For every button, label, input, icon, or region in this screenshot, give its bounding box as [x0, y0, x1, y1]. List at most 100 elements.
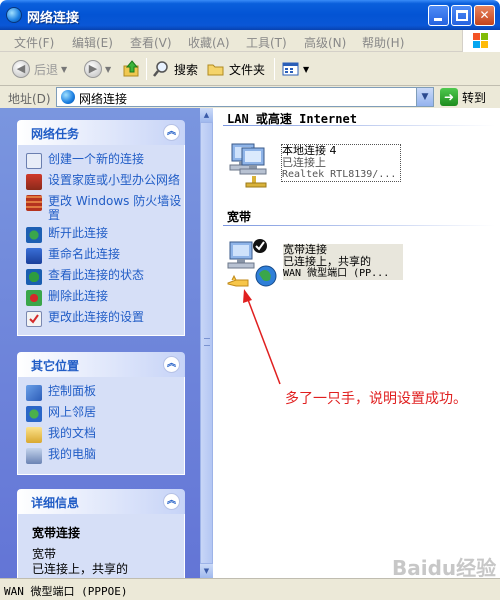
- network-connections-icon: [6, 7, 22, 23]
- menu-favorites[interactable]: 收藏(A): [188, 34, 230, 51]
- views-button[interactable]: ▼: [282, 57, 309, 81]
- place-label: 控制面板: [48, 384, 97, 398]
- menu-tools[interactable]: 工具(T): [246, 34, 287, 51]
- folders-button[interactable]: 文件夹: [207, 57, 265, 81]
- settings-icon: [26, 311, 42, 327]
- task-label: 查看此连接的状态: [48, 268, 145, 282]
- details-type: 宽带: [32, 547, 57, 561]
- other-places-body: 控制面板 网上邻居 我的文档 我的电脑: [17, 377, 185, 475]
- back-arrow-icon: ◀: [12, 60, 30, 78]
- place-label: 网上邻居: [48, 405, 97, 419]
- place-my-computer[interactable]: 我的电脑: [26, 447, 184, 464]
- network-tasks-panel: 网络任务 ︽ 创建一个新的连接 设置家庭或小型办公网络 更改 Windows 防…: [17, 120, 185, 336]
- menu-advanced[interactable]: 高级(N): [304, 34, 346, 51]
- menu-bar: 文件(F) 编辑(E) 查看(V) 收藏(A) 工具(T) 高级(N) 帮助(H…: [0, 30, 500, 52]
- views-icon: [282, 62, 299, 76]
- collapse-icon[interactable]: ︽: [163, 356, 180, 373]
- broadband-connection-details: 宽带连接 已连接上，共享的 WAN 微型端口 (PP...: [283, 244, 403, 280]
- task-delete[interactable]: 删除此连接: [26, 289, 184, 306]
- collapse-icon[interactable]: ︽: [163, 493, 180, 510]
- disconnect-icon: [26, 227, 42, 243]
- baidu-watermark: Baidu经验: [392, 556, 497, 580]
- scroll-thumb[interactable]: [200, 122, 213, 564]
- menu-view[interactable]: 查看(V): [130, 34, 172, 51]
- search-button[interactable]: 搜索: [152, 57, 198, 81]
- task-view-status[interactable]: 查看此连接的状态: [26, 268, 184, 285]
- my-documents-icon: [26, 427, 42, 443]
- details-status: 已连接上，共享的: [32, 562, 129, 576]
- close-icon: ✕: [479, 8, 490, 22]
- status-text: WAN 微型端口 (PPPOE): [4, 585, 128, 598]
- go-button[interactable]: ➜ 转到: [440, 88, 486, 106]
- other-places-header[interactable]: 其它位置 ︽: [17, 352, 185, 377]
- network-tasks-title: 网络任务: [31, 127, 80, 141]
- task-change-firewall[interactable]: 更改 Windows 防火墙设置: [26, 194, 184, 222]
- folders-icon: [207, 64, 224, 76]
- details-name: 宽带连接: [32, 526, 81, 540]
- windows-logo: [462, 30, 500, 52]
- maximize-button[interactable]: [451, 5, 472, 26]
- task-disconnect[interactable]: 断开此连接: [26, 226, 184, 243]
- back-button[interactable]: ◀ 后退 ▼: [12, 57, 67, 81]
- task-change-settings[interactable]: 更改此连接的设置: [26, 310, 184, 327]
- network-tasks-body: 创建一个新的连接 设置家庭或小型办公网络 更改 Windows 防火墙设置 断开…: [17, 145, 185, 336]
- place-label: 我的电脑: [48, 447, 97, 461]
- network-tasks-header[interactable]: 网络任务 ︽: [17, 120, 185, 145]
- broadband-connection-icon: [227, 239, 277, 287]
- place-control-panel[interactable]: 控制面板: [26, 384, 184, 401]
- scroll-up-icon[interactable]: ▲: [200, 108, 213, 122]
- my-computer-icon: [26, 448, 42, 464]
- new-connection-icon: [26, 153, 42, 169]
- menu-file[interactable]: 文件(F): [14, 34, 54, 51]
- details-header[interactable]: 详细信息 ︽: [17, 489, 185, 514]
- task-label: 更改此连接的设置: [48, 310, 145, 324]
- details-panel: 详细信息 ︽ 宽带连接 宽带 已连接上，共享的: [17, 489, 185, 578]
- network-connections-icon: [61, 90, 75, 104]
- place-my-documents[interactable]: 我的文档: [26, 426, 184, 443]
- go-label: 转到: [462, 90, 487, 105]
- status-bar: WAN 微型端口 (PPPOE): [0, 578, 500, 600]
- status-icon: [26, 269, 42, 285]
- back-dropdown-icon[interactable]: ▼: [61, 65, 67, 74]
- group-divider: [223, 125, 495, 126]
- vertical-scrollbar[interactable]: ▲ ▼: [200, 108, 213, 578]
- back-label: 后退: [34, 62, 59, 77]
- scroll-down-icon[interactable]: ▼: [200, 564, 213, 578]
- control-panel-icon: [26, 385, 42, 401]
- task-label: 重命名此连接: [48, 247, 121, 261]
- address-bar: 地址(D) 网络连接 ▼ ➜ 转到: [0, 86, 500, 108]
- forward-button[interactable]: ▶ ▼: [84, 57, 111, 81]
- menu-help[interactable]: 帮助(H): [362, 34, 404, 51]
- title-bar[interactable]: 网络连接 ✕: [0, 0, 500, 30]
- task-setup-home-network[interactable]: 设置家庭或小型办公网络: [26, 173, 184, 190]
- broadband-connection-status: 已连接上，共享的: [283, 255, 371, 268]
- task-pane: 网络任务 ︽ 创建一个新的连接 设置家庭或小型办公网络 更改 Windows 防…: [0, 108, 200, 578]
- up-folder-button[interactable]: [122, 57, 142, 81]
- up-folder-icon: [123, 60, 139, 77]
- group-title-broadband: 宽带: [227, 210, 252, 224]
- folders-label: 文件夹: [229, 62, 266, 77]
- minimize-button[interactable]: [428, 5, 449, 26]
- forward-dropdown-icon[interactable]: ▼: [105, 65, 111, 74]
- collapse-icon[interactable]: ︽: [163, 124, 180, 141]
- toolbar-separator: [146, 58, 147, 80]
- lan-connection-status: 已连接上: [282, 156, 326, 169]
- address-dropdown-icon[interactable]: ▼: [416, 88, 433, 106]
- task-label: 设置家庭或小型办公网络: [48, 173, 181, 187]
- task-create-connection[interactable]: 创建一个新的连接: [26, 152, 184, 169]
- place-network-places[interactable]: 网上邻居: [26, 405, 184, 422]
- forward-arrow-icon: ▶: [84, 60, 102, 78]
- task-label: 创建一个新的连接: [48, 152, 145, 166]
- menu-edit[interactable]: 编辑(E): [72, 34, 113, 51]
- address-label: 地址(D): [8, 92, 51, 106]
- details-title: 详细信息: [31, 496, 80, 510]
- scroll-grip: [204, 338, 210, 346]
- close-button[interactable]: ✕: [474, 5, 495, 26]
- toolbar-separator: [274, 58, 275, 80]
- task-rename[interactable]: 重命名此连接: [26, 247, 184, 264]
- firewall-icon: [26, 195, 42, 211]
- address-field[interactable]: 网络连接 ▼: [56, 87, 434, 107]
- task-label: 更改 Windows 防火墙设置: [48, 194, 182, 222]
- address-value: 网络连接: [79, 92, 128, 106]
- search-label: 搜索: [174, 62, 199, 77]
